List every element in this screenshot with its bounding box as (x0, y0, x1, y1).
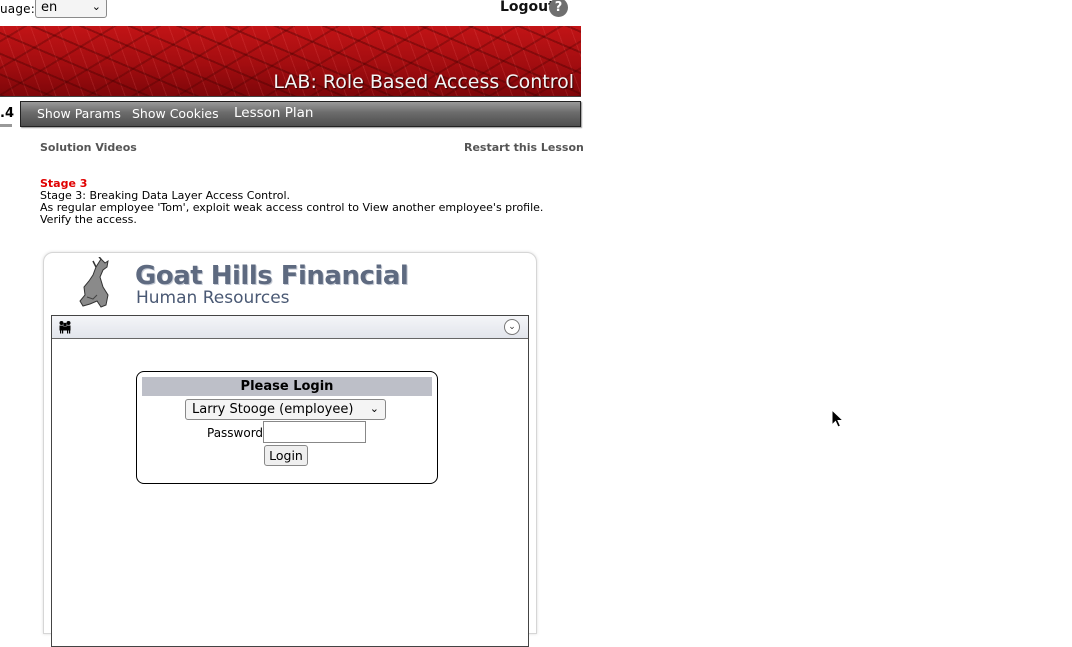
stage-instructions: As regular employee 'Tom', exploit weak … (40, 201, 544, 226)
company-subtitle: Human Resources (136, 288, 290, 308)
collapse-icon[interactable]: ⌄ (504, 319, 520, 335)
mouse-cursor-icon (831, 409, 845, 428)
top-bar: uage: en ⌄ Logout ? (0, 0, 580, 22)
company-name: Goat Hills Financial (135, 261, 409, 291)
language-select[interactable]: en ⌄ (35, 0, 107, 18)
tab-underline (0, 124, 12, 127)
show-cookies-link[interactable]: Show Cookies (132, 106, 219, 121)
panel-header: ⌄ (52, 316, 528, 339)
logout-link[interactable]: Logout (500, 0, 555, 15)
login-form: Please Login Larry Stooge (employee) ⌄ P… (136, 371, 438, 484)
password-field[interactable] (263, 421, 366, 443)
version-tab-stub: .4 (0, 106, 14, 121)
password-label: Password (207, 426, 264, 440)
app-frame: Goat Hills Financial Human Resources ⌄ P… (43, 252, 537, 647)
lesson-navbar: Show Params Show Cookies Lesson Plan (20, 101, 581, 127)
goat-logo-icon (79, 257, 109, 308)
login-button[interactable]: Login (264, 445, 308, 466)
chevron-down-icon: ⌄ (369, 402, 379, 415)
login-title: Please Login (142, 377, 432, 396)
language-label: uage: (0, 2, 36, 16)
employee-select[interactable]: Larry Stooge (employee) ⌄ (185, 399, 386, 420)
lesson-title: LAB: Role Based Access Control (273, 71, 574, 93)
content-panel: ⌄ Please Login Larry Stooge (employee) ⌄… (51, 315, 529, 647)
lesson-plan-link[interactable]: Lesson Plan (234, 105, 313, 121)
people-icon (59, 321, 71, 334)
lesson-banner: LAB: Role Based Access Control (0, 26, 581, 97)
language-selected-value: en (41, 0, 58, 15)
help-icon[interactable]: ? (549, 0, 568, 17)
employee-selected-value: Larry Stooge (employee) (192, 402, 354, 417)
show-params-link[interactable]: Show Params (37, 106, 121, 121)
solution-videos-link[interactable]: Solution Videos (40, 141, 137, 154)
chevron-down-icon: ⌄ (91, 0, 101, 13)
restart-lesson-link[interactable]: Restart this Lesson (464, 141, 584, 154)
